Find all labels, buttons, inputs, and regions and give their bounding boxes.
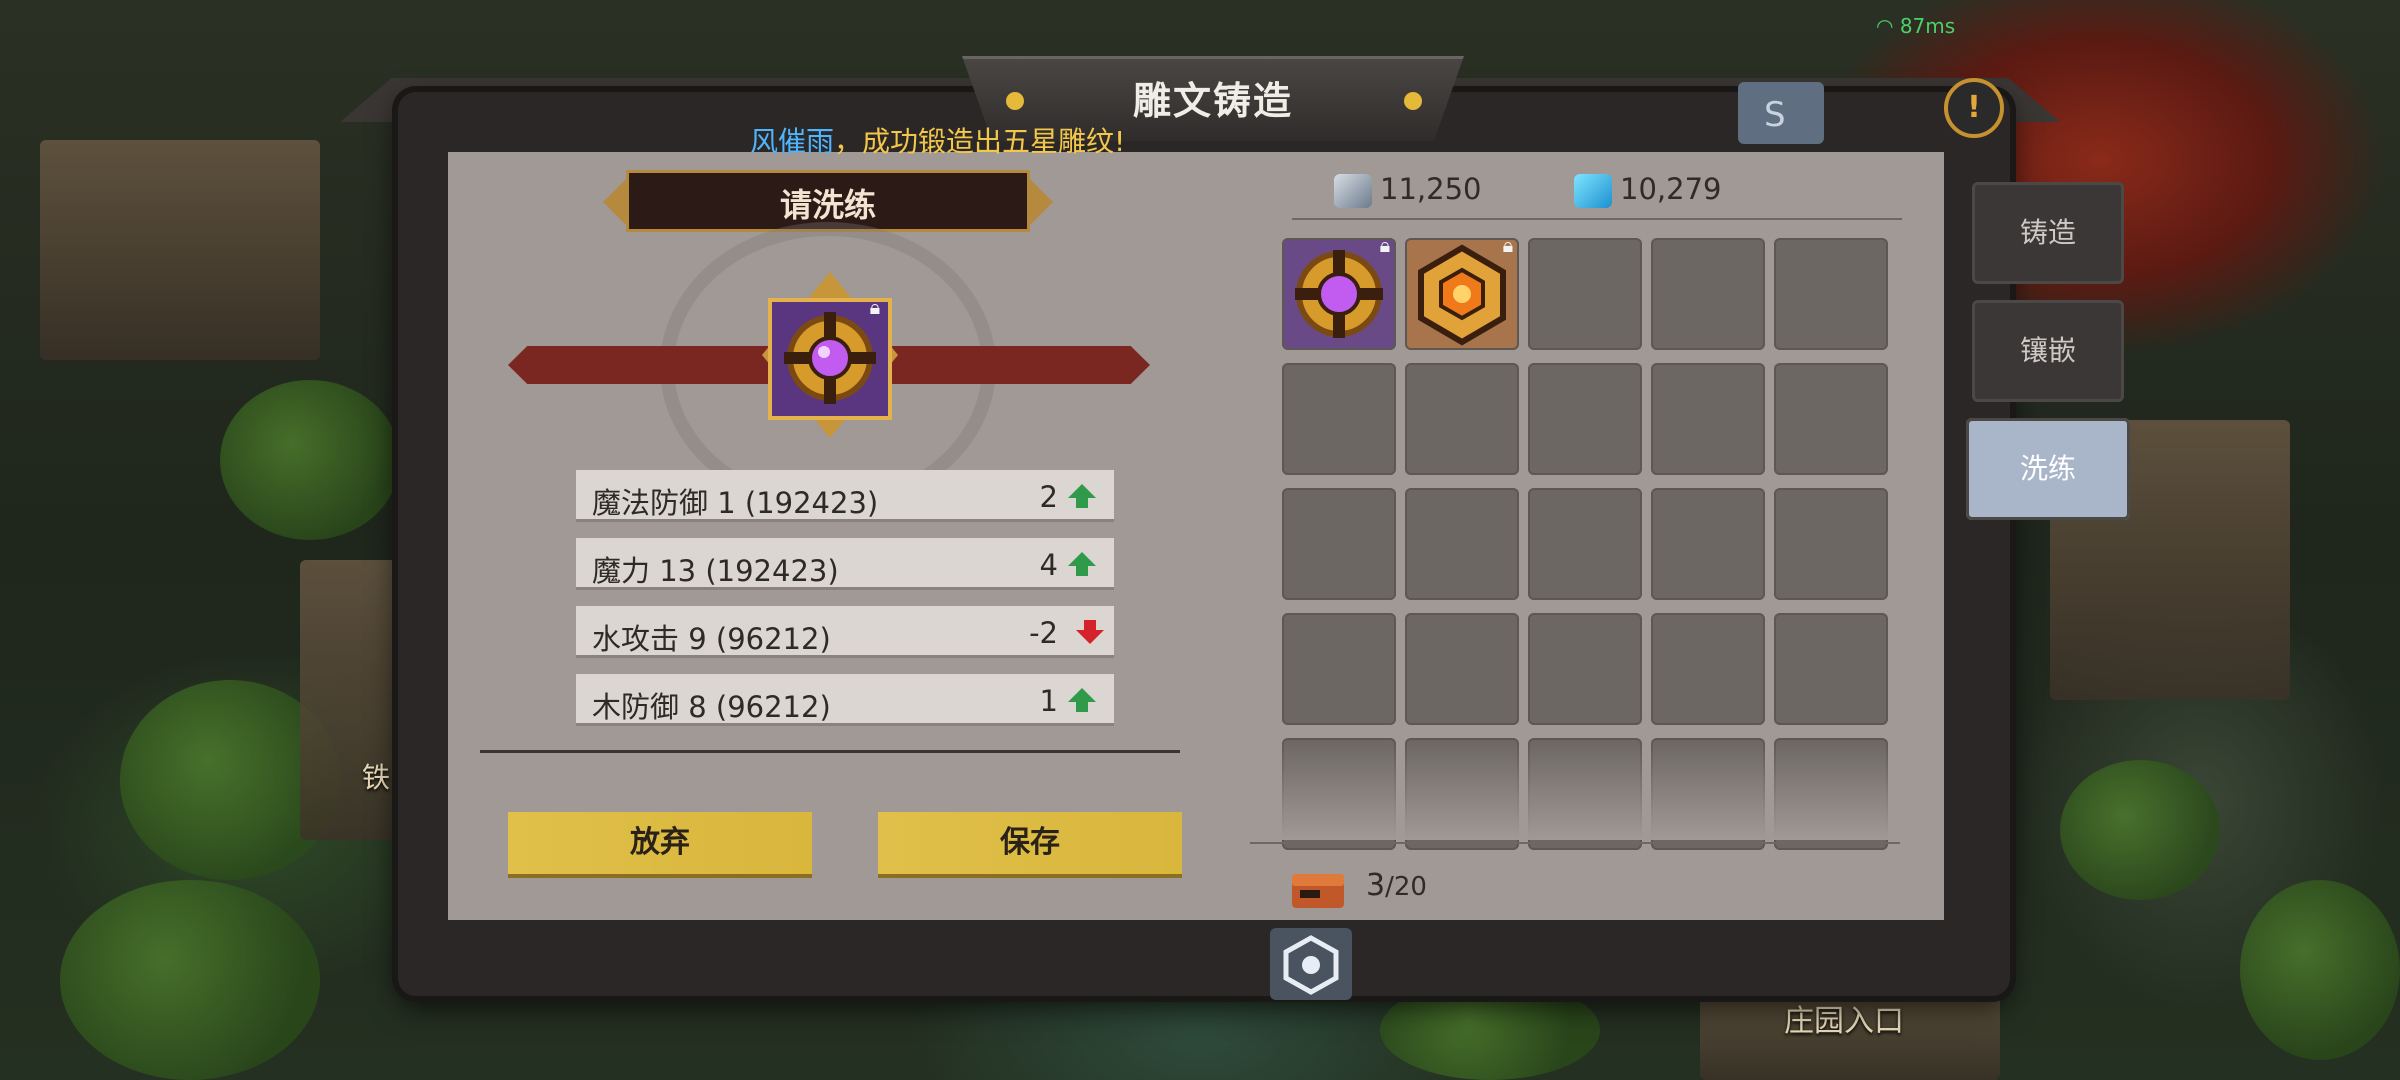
bag-icon xyxy=(1290,870,1346,910)
exclamation-icon: ! xyxy=(1967,90,1981,125)
stat-delta: 1 xyxy=(1039,684,1058,718)
stat-label: 水攻击 9 (96212) xyxy=(592,622,831,656)
swap-icon: S xyxy=(1764,95,1786,135)
inventory-slot[interactable]: 🔒︎ xyxy=(1282,234,1396,350)
silver-currency: 11,250 xyxy=(1334,172,1481,208)
grid-fade xyxy=(1270,740,1910,840)
divider xyxy=(480,750,1180,753)
refine-header: 请洗练 xyxy=(779,186,876,224)
inventory-slot[interactable] xyxy=(1282,363,1396,475)
bag-count: 3 xyxy=(1366,868,1386,903)
stat-delta: -2 xyxy=(1029,616,1058,650)
grid-divider xyxy=(1250,842,1900,844)
inventory-slot[interactable] xyxy=(1774,238,1888,350)
network-status: ◠ 87ms xyxy=(1876,14,1955,38)
switch-view-button[interactable]: S xyxy=(1738,82,1824,144)
stat-row: 魔法防御 1 (192423) 2 xyxy=(576,470,1114,522)
inventory-slot[interactable] xyxy=(1528,363,1642,475)
scene-iron-label: 铁 xyxy=(362,761,391,794)
lock-icon: 🔒︎ xyxy=(1502,233,1514,257)
inventory-slot[interactable] xyxy=(1774,363,1888,475)
bag-max: /20 xyxy=(1385,872,1427,902)
inventory-slot[interactable] xyxy=(1774,488,1888,600)
broadcast-message: 风催雨，成功锻造出五星雕纹! xyxy=(750,120,1125,160)
tab-forge[interactable]: 铸造 xyxy=(1972,182,2124,284)
inventory-slot[interactable] xyxy=(1774,613,1888,725)
inventory-slot[interactable] xyxy=(1282,488,1396,600)
inventory-slot[interactable] xyxy=(1405,488,1519,600)
stat-delta: 2 xyxy=(1039,480,1058,514)
tab-inlay[interactable]: 镶嵌 xyxy=(1972,300,2124,402)
crystal-icon xyxy=(1574,174,1612,208)
silver-ore-icon xyxy=(1334,174,1372,208)
stat-row: 水攻击 9 (96212) -2 xyxy=(576,606,1114,658)
stat-label: 魔法防御 1 (192423) xyxy=(592,486,879,520)
lock-icon: 🔒︎ xyxy=(869,295,881,319)
inventory-slot[interactable] xyxy=(1528,613,1642,725)
tab-refine[interactable]: 洗练 xyxy=(1966,418,2130,520)
hexagon-gear-icon xyxy=(1283,935,1339,995)
crystal-currency: 10,279 xyxy=(1574,172,1721,208)
stat-label: 魔力 13 (192423) xyxy=(592,554,839,588)
inventory-slot[interactable] xyxy=(1528,488,1642,600)
arrow-up-icon xyxy=(1068,552,1096,576)
bag-capacity: 3/20 xyxy=(1366,868,1427,903)
inventory-slot[interactable]: 🔒︎ xyxy=(1405,234,1519,350)
arrow-down-icon xyxy=(1076,620,1104,644)
crystal-amount: 10,279 xyxy=(1620,172,1722,206)
inventory-slot[interactable] xyxy=(1528,238,1642,350)
arrow-up-icon xyxy=(1068,688,1096,712)
manor-entrance-label[interactable]: 庄园入口 xyxy=(1784,996,1904,1040)
stat-label: 木防御 8 (96212) xyxy=(592,690,831,724)
inventory-slot[interactable] xyxy=(1282,613,1396,725)
inventory-slot[interactable] xyxy=(1651,613,1765,725)
inventory-slot[interactable] xyxy=(1651,238,1765,350)
wifi-icon: ◠ xyxy=(1876,14,1894,38)
abandon-button[interactable]: 放弃 xyxy=(508,812,812,874)
lock-icon: 🔒︎ xyxy=(1379,233,1391,257)
stat-row: 木防御 8 (96212) 1 xyxy=(576,674,1114,726)
stat-row: 魔力 13 (192423) 4 xyxy=(576,538,1114,590)
save-button[interactable]: 保存 xyxy=(878,812,1182,874)
broadcast-text: ，成功锻造出五星雕纹! xyxy=(834,125,1126,158)
broadcast-player-name: 风催雨 xyxy=(750,125,835,158)
currency-divider xyxy=(1292,218,1902,220)
inventory-slot[interactable] xyxy=(1651,363,1765,475)
exit-button[interactable]: ! xyxy=(1944,78,2004,138)
inventory-slot[interactable] xyxy=(1405,363,1519,475)
arrow-up-icon xyxy=(1068,484,1096,508)
inventory-slot[interactable] xyxy=(1651,488,1765,600)
window-title: 雕文铸造 xyxy=(1132,79,1293,123)
ping-value: 87ms xyxy=(1899,14,1956,38)
silver-amount: 11,250 xyxy=(1380,172,1482,206)
stat-delta: 4 xyxy=(1039,548,1058,582)
inventory-slot[interactable] xyxy=(1405,613,1519,725)
svg-text:S: S xyxy=(1764,95,1786,135)
glyph-menu-button[interactable] xyxy=(1270,928,1352,1000)
